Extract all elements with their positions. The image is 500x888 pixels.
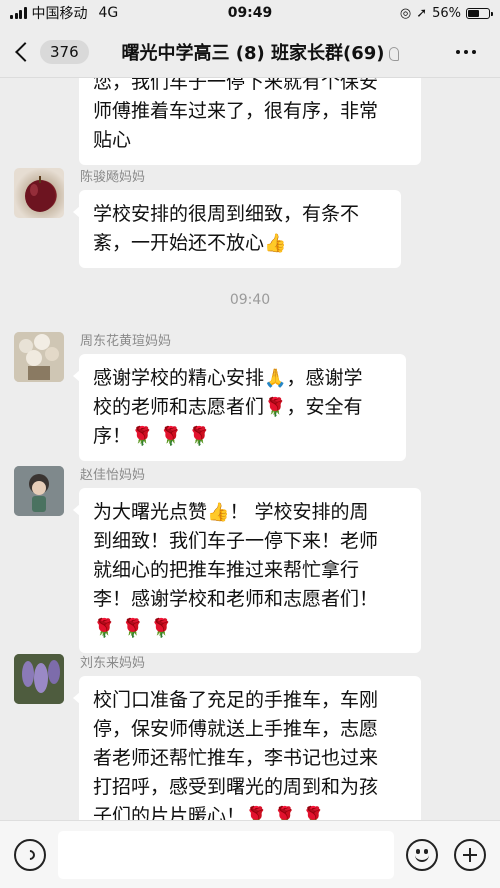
message-line: 紊，一开始还不放心👍 xyxy=(93,229,387,258)
rose-icon: 🌹 xyxy=(187,426,211,447)
signal-icon xyxy=(10,7,27,19)
message-line: 者老师还帮忙推车，李书记也过来 xyxy=(93,747,379,769)
rose-icon: 🌹 xyxy=(131,426,154,447)
message-line: 李！感谢学校和老师和志愿者们！ xyxy=(93,588,379,610)
battery-percent: 56% xyxy=(432,5,461,21)
message-line: 为大曙光点赞👍！ 学校安排的周 xyxy=(93,498,407,527)
message-line: 打招呼，感受到曙光的周到和为孩 xyxy=(93,776,379,798)
message-line: 师傅推着车过来了，很有序，非常 xyxy=(93,100,379,122)
rose-icon: 🌹 xyxy=(264,397,287,418)
chat-title: 曙光中学高三 (8) 班家长群(69) xyxy=(90,39,430,65)
message-bubble[interactable]: 为大曙光点赞👍！ 学校安排的周 到细致！我们车子一停下来！老师 就细心的把推车推… xyxy=(73,488,421,653)
location-icon: ➚ xyxy=(416,5,428,21)
avatar[interactable] xyxy=(14,466,64,516)
avatar-doll-image xyxy=(14,466,64,516)
message-line: 校的老师和志愿者们🌹，安全有 xyxy=(93,393,392,422)
sender-name: 刘东来妈妈 xyxy=(80,656,146,671)
thumbs-up-icon: 👍 xyxy=(264,233,287,254)
message-bubble[interactable]: 您，我们车子一停下来就有个保安 师傅推着车过来了，很有序，非常 贴心 xyxy=(79,78,421,165)
thumbs-up-icon: 👍 xyxy=(207,502,230,523)
message-line: 到细致！我们车子一停下来！老师 xyxy=(93,530,379,552)
rose-icon: 🌹 xyxy=(93,618,116,639)
voice-button[interactable] xyxy=(14,839,46,871)
avatar-wisteria-image xyxy=(14,654,64,704)
avatar[interactable] xyxy=(14,168,64,218)
back-button[interactable]: 376 xyxy=(0,26,89,77)
status-bar: 中国移动 4G 09:49 ◎ ➚ 56% xyxy=(0,0,500,26)
message-line: 感谢学校的精心安排🙏，感谢学 xyxy=(93,364,392,393)
input-bar xyxy=(0,820,500,888)
message-line: 贴心 xyxy=(93,129,132,151)
emoji-button[interactable] xyxy=(406,839,438,871)
more-button[interactable] xyxy=(456,26,476,78)
message-input[interactable] xyxy=(58,831,394,879)
message-bubble[interactable]: 学校安排的很周到细致，有条不 紊，一开始还不放心👍 xyxy=(73,190,401,268)
clap-icon: 🙏 xyxy=(264,368,287,389)
chat-area[interactable]: 您，我们车子一停下来就有个保安 师傅推着车过来了，很有序，非常 贴心 陈骏飏妈妈… xyxy=(0,78,500,820)
battery-icon xyxy=(466,7,493,19)
avatar-flowers-image xyxy=(14,332,64,382)
message-bubble[interactable]: 校门口准备了充足的手推车，车刚 停，保安师傅就送上手推车，志愿 者老师还帮忙推车… xyxy=(73,676,421,820)
message-line: 停，保安师傅就送上手推车，志愿 xyxy=(93,718,379,740)
status-right: ◎ ➚ 56% xyxy=(399,5,493,21)
sender-name: 周东花黄瑄妈妈 xyxy=(80,334,172,349)
rose-icon: 🌹 xyxy=(301,806,325,820)
rose-icon: 🌹 xyxy=(273,806,296,820)
rose-icon: 🌹 xyxy=(149,618,173,639)
rose-icon: 🌹 xyxy=(159,426,182,447)
ear-mute-icon xyxy=(388,46,399,61)
rose-icon: 🌹 xyxy=(121,618,144,639)
rose-icon: 🌹 xyxy=(245,806,268,820)
message-line: 就细心的把推车推过来帮忙拿行 xyxy=(93,559,360,581)
unread-badge: 376 xyxy=(40,39,89,64)
avatar[interactable] xyxy=(14,654,64,704)
message-bubble[interactable]: 感谢学校的精心安排🙏，感谢学 校的老师和志愿者们🌹，安全有 序！🌹 🌹 🌹 xyxy=(73,354,406,461)
avatar[interactable] xyxy=(14,332,64,382)
chat-title-text: 曙光中学高三 (8) 班家长群(69) xyxy=(121,42,385,64)
voice-icon xyxy=(22,847,38,863)
carrier-label: 中国移动 xyxy=(31,6,88,22)
message-line: 序！🌹 🌹 🌹 xyxy=(93,422,392,451)
network-label: 4G xyxy=(98,5,119,21)
nav-bar: 376 曙光中学高三 (8) 班家长群(69) xyxy=(0,26,500,78)
message-line: 校门口准备了充足的手推车，车刚 xyxy=(93,689,379,711)
sender-name: 赵佳怡妈妈 xyxy=(80,468,146,483)
chevron-left-icon xyxy=(15,41,35,62)
message-line: 您，我们车子一停下来就有个保安 xyxy=(93,78,379,93)
timestamp: 09:40 xyxy=(229,292,271,308)
more-actions-button[interactable] xyxy=(454,839,486,871)
avatar-apple-image xyxy=(25,176,55,212)
message-line: 学校安排的很周到细致，有条不 xyxy=(93,203,360,225)
message-line: 🌹 🌹 🌹 xyxy=(93,614,407,643)
sender-name: 陈骏飏妈妈 xyxy=(80,170,146,185)
lock-rotation-icon: ◎ xyxy=(399,5,412,21)
more-dot-icon xyxy=(456,50,460,54)
status-left: 中国移动 4G xyxy=(10,3,118,23)
message-line: 子们的片片暖心！🌹 🌹 🌹 xyxy=(93,802,407,820)
